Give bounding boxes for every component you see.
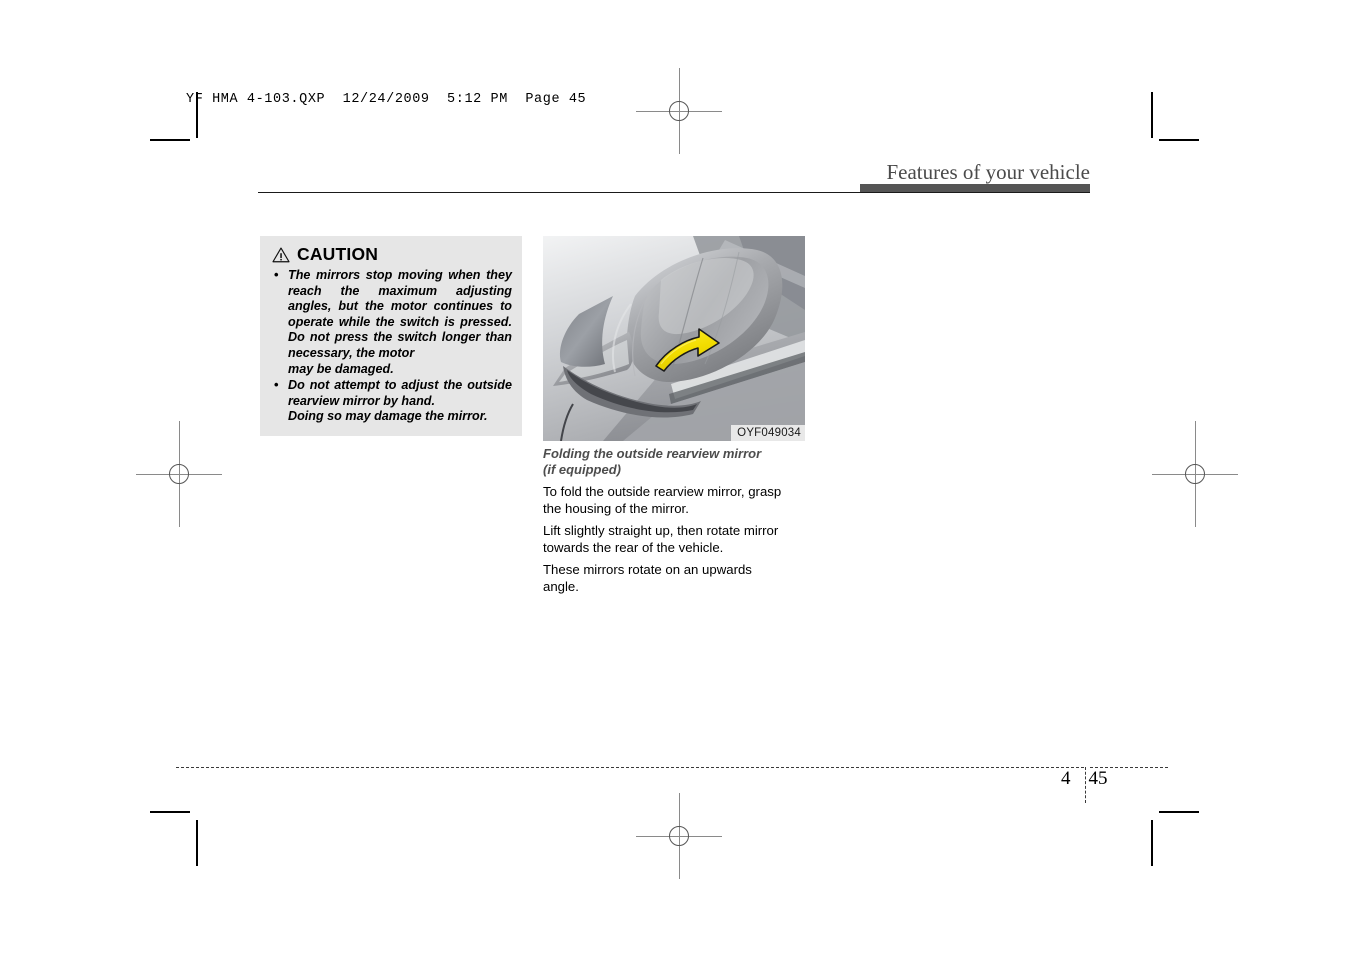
content-column: Folding the outside rearview mirror (if … xyxy=(543,446,806,600)
header-accent-bar xyxy=(860,184,1090,192)
subheading-line-2: (if equipped) xyxy=(543,461,621,477)
crop-mark-top-left-horizontal xyxy=(150,139,190,141)
crop-mark-bottom-right-vertical xyxy=(1151,820,1153,866)
caution-item: The mirrors stop moving when they reach … xyxy=(272,267,512,377)
caution-box: CAUTION The mirrors stop moving when the… xyxy=(260,236,522,436)
crop-mark-top-right-horizontal xyxy=(1159,139,1199,141)
crop-mark-top-right-vertical xyxy=(1151,92,1153,138)
subheading: Folding the outside rearview mirror (if … xyxy=(543,446,806,477)
paragraph: To fold the outside rearview mirror, gra… xyxy=(543,483,806,517)
paragraph-lastline: the housing of the mirror. xyxy=(543,501,689,516)
paragraph-text: These mirrors rotate on an upwards xyxy=(543,562,752,577)
registration-mark-bottom-center xyxy=(636,793,722,879)
paragraph-lastline: angle. xyxy=(543,579,579,594)
caution-heading: CAUTION xyxy=(272,244,512,265)
paragraph-text: To fold the outside rearview mirror, gra… xyxy=(543,484,782,499)
caution-item: Do not attempt to adjust the outside rea… xyxy=(272,377,512,425)
caution-label: CAUTION xyxy=(297,244,379,264)
caution-item-text: Do not attempt to adjust the outside rea… xyxy=(288,378,512,408)
page-title: Features of your vehicle xyxy=(886,160,1090,184)
warning-triangle-icon xyxy=(272,246,290,262)
crop-mark-bottom-right-horizontal xyxy=(1159,811,1199,813)
registration-mark-left-middle xyxy=(136,421,222,527)
folio: 4 45 xyxy=(1061,768,1108,790)
folio-page: 45 xyxy=(1088,768,1108,789)
registration-mark-top-center xyxy=(636,68,722,154)
caution-item-lastline: Doing so may damage the mirror. xyxy=(288,409,488,424)
caution-list: The mirrors stop moving when they reach … xyxy=(272,267,512,425)
caution-item-text: The mirrors stop moving when they reach … xyxy=(288,268,512,360)
figure-outside-rearview-mirror: OYF049034 xyxy=(543,236,805,441)
caution-item-lastline: may be damaged. xyxy=(288,361,394,376)
registration-mark-right-middle xyxy=(1152,421,1238,527)
trim-guide-bottom-left xyxy=(176,767,1084,768)
paragraph-lastline: towards the rear of the vehicle. xyxy=(543,540,724,555)
page-header: Features of your vehicle xyxy=(258,160,1090,196)
mirror-illustration xyxy=(543,236,805,441)
paragraph-text: Lift slightly straight up, then rotate m… xyxy=(543,523,779,538)
folio-chapter: 4 xyxy=(1061,768,1071,789)
slug-line: YF HMA 4-103.QXP 12/24/2009 5:12 PM Page… xyxy=(186,92,587,107)
header-rule xyxy=(258,192,1090,193)
crop-mark-bottom-left-vertical xyxy=(196,820,198,866)
figure-code: OYF049034 xyxy=(731,425,805,441)
subheading-line-1: Folding the outside rearview mirror xyxy=(543,446,762,461)
crop-mark-bottom-left-horizontal xyxy=(150,811,190,813)
paragraph: Lift slightly straight up, then rotate m… xyxy=(543,522,806,556)
paragraph: These mirrors rotate on an upwards angle… xyxy=(543,561,806,595)
